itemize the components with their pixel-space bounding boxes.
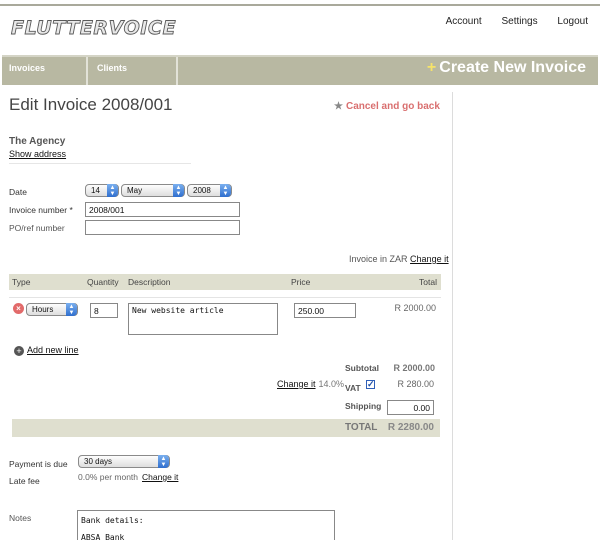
create-invoice-button[interactable]: + Create New Invoice <box>427 59 586 77</box>
table-row-divider <box>9 297 441 298</box>
payment-due-select[interactable]: 30 days ▲ ▼ <box>78 455 170 468</box>
create-invoice-label: Create New Invoice <box>439 59 586 76</box>
invoice-number-label: Invoice number * <box>9 205 73 215</box>
page-title: Edit Invoice 2008/001 <box>9 95 173 114</box>
subtotal-value: R 2000.00 <box>393 363 435 373</box>
vat-label: VAT <box>345 383 361 393</box>
sidebar-divider <box>452 92 453 540</box>
payment-due-label: Payment is due <box>9 459 68 469</box>
notes-textarea[interactable]: Bank details: ABSA Bank <box>77 510 335 540</box>
remove-line-icon[interactable]: × <box>13 303 24 314</box>
select-arrows-icon: ▲ ▼ <box>107 184 118 197</box>
plus-circle-icon: + <box>14 346 24 356</box>
late-fee-label: Late fee <box>9 476 40 486</box>
vat-value: R 280.00 <box>397 379 434 389</box>
select-arrows-icon: ▲ ▼ <box>173 184 184 197</box>
svg-text:FLUTTERVOICE: FLUTTERVOICE <box>11 17 176 39</box>
year-value: 2008 <box>193 186 211 195</box>
description-textarea[interactable]: New website article <box>128 303 278 335</box>
vat-checkbox[interactable]: ✓ <box>366 380 375 389</box>
col-total: Total <box>419 277 437 287</box>
date-label: Date <box>9 187 27 197</box>
late-fee-value: 0.0% per month <box>78 472 139 482</box>
col-type: Type <box>12 277 31 287</box>
select-arrows-icon: ▲ ▼ <box>220 184 231 197</box>
notes-line: Bank details: <box>81 516 144 525</box>
add-line-label: Add new line <box>27 345 79 355</box>
currency-text: Invoice in ZAR <box>349 254 408 264</box>
divider <box>9 163 191 164</box>
total-value: R 2280.00 <box>387 422 434 433</box>
po-label: PO/ref number <box>9 223 65 233</box>
month-select[interactable]: May ▲ ▼ <box>121 184 185 197</box>
col-description: Description <box>128 277 171 287</box>
change-late-fee-link[interactable]: Change it <box>142 472 178 482</box>
tab-clients[interactable]: Clients <box>90 57 178 85</box>
price-input[interactable]: 250.00 <box>294 303 356 318</box>
vat-rate-info: Change it 14.0% <box>277 379 344 389</box>
account-link[interactable]: Account <box>446 16 482 27</box>
cancel-link[interactable]: ★ Cancel and go back <box>334 101 440 112</box>
invoice-number-input[interactable]: 2008/001 <box>85 202 240 217</box>
year-select[interactable]: 2008 ▲ ▼ <box>187 184 232 197</box>
add-line-button[interactable]: + Add new line <box>14 345 79 356</box>
currency-info: Invoice in ZAR Change it <box>349 254 449 264</box>
tab-invoices[interactable]: Invoices <box>2 57 88 85</box>
col-price: Price <box>291 277 311 287</box>
notes-label: Notes <box>9 513 32 523</box>
po-input[interactable] <box>85 220 240 235</box>
main-navbar: Invoices Clients + Create New Invoice <box>2 55 598 85</box>
app-logo: FLUTTERVOICE <box>10 15 182 39</box>
quantity-input[interactable]: 8 <box>90 303 118 318</box>
top-rule <box>0 4 600 6</box>
month-value: May <box>127 186 143 195</box>
change-vat-link[interactable]: Change it <box>277 379 316 389</box>
select-arrows-icon: ▲ ▼ <box>66 303 77 316</box>
late-fee-info: 0.0% per month Change it <box>78 472 178 482</box>
total-label: TOTAL <box>345 422 378 433</box>
day-select[interactable]: 14 ▲ ▼ <box>85 184 119 197</box>
logout-link[interactable]: Logout <box>557 16 588 27</box>
client-name: The Agency <box>9 136 66 147</box>
change-currency-link[interactable]: Change it <box>410 254 449 264</box>
star-icon: ★ <box>334 101 343 112</box>
plus-icon: + <box>426 59 437 76</box>
line-total: R 2000.00 <box>394 303 436 313</box>
settings-link[interactable]: Settings <box>501 16 537 27</box>
shipping-label: Shipping <box>345 401 382 411</box>
type-value: Hours <box>32 305 54 314</box>
subtotal-label: Subtotal <box>345 363 379 373</box>
vat-rate: 14.0% <box>318 379 345 389</box>
show-address-link[interactable]: Show address <box>9 149 66 159</box>
type-select[interactable]: Hours ▲ ▼ <box>26 303 78 316</box>
select-arrows-icon: ▲ ▼ <box>158 455 169 468</box>
shipping-input[interactable]: 0.00 <box>387 400 434 415</box>
payment-due-value: 30 days <box>84 457 113 466</box>
cancel-label: Cancel and go back <box>345 101 440 112</box>
total-bar: TOTAL R 2280.00 <box>12 419 440 437</box>
col-quantity: Quantity <box>87 277 119 287</box>
top-nav: Account Settings Logout <box>429 16 588 27</box>
day-value: 14 <box>91 186 100 195</box>
notes-line: ABSA Bank <box>81 533 125 540</box>
items-table-header: Type Quantity Description Price Total <box>9 274 441 290</box>
